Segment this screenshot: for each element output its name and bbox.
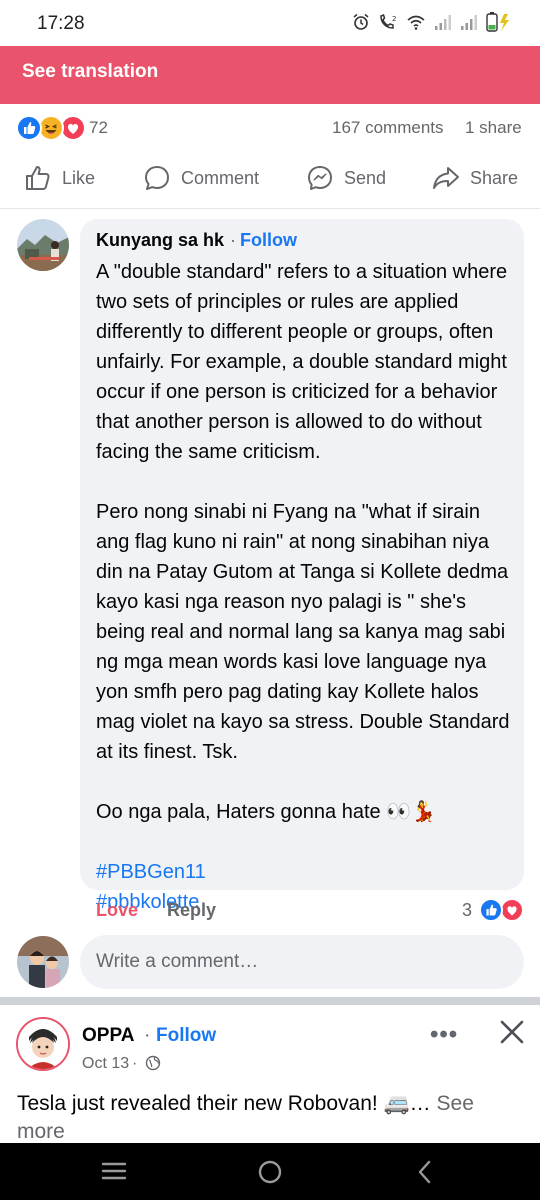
comment-reaction-count[interactable]: 3 <box>462 900 472 921</box>
send-button[interactable]: Send <box>306 164 386 192</box>
reactions-summary[interactable]: 72 167 comments 1 share <box>0 104 540 150</box>
oppa-avatar[interactable] <box>16 1017 70 1071</box>
like-icon <box>26 166 50 190</box>
comment-label: Comment <box>181 167 260 188</box>
translation-bar: See translation <box>0 46 540 104</box>
back-icon[interactable] <box>414 1159 436 1185</box>
reaction-count: 72 <box>89 118 108 137</box>
comment-paragraph: A "double standard" refers to a situatio… <box>96 261 508 463</box>
comments-count[interactable]: 167 comments <box>332 118 444 138</box>
next-post-header: OPPA · Follow Oct 13 · ••• <box>0 1005 540 1085</box>
alarm-icon <box>353 13 369 30</box>
post-date[interactable]: Oct 13 <box>82 1055 129 1073</box>
comment-love-button[interactable]: Love <box>96 900 138 921</box>
android-nav-bar <box>0 1143 540 1200</box>
status-bar: 17:28 2 <box>0 0 540 46</box>
post-follow-button[interactable]: Follow <box>156 1025 216 1047</box>
battery-icon <box>486 12 509 32</box>
status-icons: 2 <box>352 12 512 32</box>
hashtag-link[interactable]: #PBBGen11 <box>96 857 516 887</box>
like-button[interactable]: Like <box>24 164 95 192</box>
write-comment-input[interactable]: Write a comment… <box>80 935 524 989</box>
like-label: Like <box>62 167 96 188</box>
share-count[interactable]: 1 share <box>465 118 522 138</box>
status-time: 17:28 <box>37 13 85 34</box>
see-translation-link[interactable]: See translation <box>22 61 158 83</box>
user-avatar <box>17 936 69 988</box>
signal-icon <box>435 15 451 30</box>
share-icon <box>433 167 459 189</box>
share-label: Share <box>470 167 519 188</box>
like-reaction-icon <box>16 115 42 141</box>
comment-author[interactable]: Kunyang sa hk <box>96 230 224 251</box>
post-author[interactable]: OPPA <box>82 1025 134 1047</box>
post-separator <box>0 997 540 1005</box>
separator-dot: · <box>132 1055 138 1072</box>
post-text: Tesla just revealed their new Robovan! 🚐… <box>17 1090 517 1146</box>
commenter-avatar[interactable] <box>17 219 69 271</box>
svg-text:2: 2 <box>392 15 396 23</box>
globe-icon <box>145 1055 161 1071</box>
separator-dot: · <box>230 230 236 250</box>
separator-dot: · <box>144 1025 151 1046</box>
more-options-button[interactable]: ••• <box>430 1021 458 1049</box>
comment-button[interactable]: Comment <box>143 164 259 192</box>
recent-apps-icon[interactable] <box>100 1159 128 1183</box>
comment-actions: Love Reply 3 <box>0 895 540 927</box>
signal-icon <box>461 15 477 30</box>
share-button[interactable]: Share <box>432 164 518 192</box>
love-reaction-icon <box>500 898 524 922</box>
reaction-icons <box>16 115 86 141</box>
like-reaction-icon <box>479 898 503 922</box>
volte-icon: 2 <box>380 14 396 29</box>
comment-text: A "double standard" refers to a situatio… <box>96 257 516 917</box>
wifi-icon <box>407 15 425 30</box>
home-icon[interactable] <box>256 1159 284 1185</box>
close-icon[interactable] <box>497 1017 527 1047</box>
comment-paragraph: Oo nga pala, Haters gonna hate 👀💃 <box>96 801 437 823</box>
divider <box>0 208 540 209</box>
post-action-bar: Like Comment Send Share <box>0 150 540 208</box>
comment-reply-button[interactable]: Reply <box>167 900 216 921</box>
comment-icon <box>145 166 169 190</box>
messenger-icon <box>308 166 332 190</box>
comment-follow-button[interactable]: Follow <box>240 230 297 251</box>
post-text-body: Tesla just revealed their new Robovan! 🚐… <box>17 1092 431 1115</box>
comment-bubble: Kunyang sa hk · Follow A "double standar… <box>80 219 524 913</box>
write-comment-placeholder: Write a comment… <box>96 951 259 972</box>
comment-reaction-icons[interactable] <box>479 898 525 922</box>
comment-paragraph: Pero nong sinabi ni Fyang na "what if si… <box>96 501 510 763</box>
send-label: Send <box>344 167 387 188</box>
